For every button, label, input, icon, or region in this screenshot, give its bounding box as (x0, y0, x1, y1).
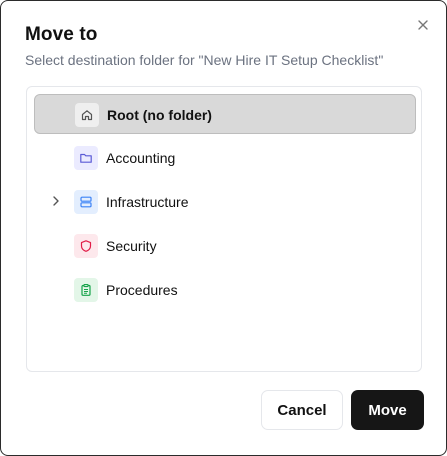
home-icon (75, 103, 99, 127)
folder-tree: Root (no folder) Accounting Infrastructu… (26, 86, 422, 372)
clipboard-icon (74, 278, 98, 302)
folder-label: Security (106, 238, 157, 254)
folder-label: Procedures (106, 282, 178, 298)
folder-label: Accounting (106, 150, 176, 166)
move-dialog: Move to Select destination folder for "N… (0, 0, 447, 456)
close-icon[interactable] (416, 18, 430, 32)
server-icon (74, 190, 98, 214)
cancel-button[interactable]: Cancel (261, 390, 343, 430)
shield-icon (74, 234, 98, 258)
folder-icon (74, 146, 98, 170)
dialog-title: Move to (25, 24, 98, 45)
chevron-right-icon[interactable] (49, 194, 63, 208)
folder-row-infrastructure[interactable]: Infrastructure (34, 182, 416, 222)
folder-row-accounting[interactable]: Accounting (34, 138, 416, 178)
folder-row-security[interactable]: Security (34, 226, 416, 266)
move-button[interactable]: Move (351, 390, 424, 430)
folder-row-procedures[interactable]: Procedures (34, 270, 416, 310)
folder-row-root[interactable]: Root (no folder) (34, 94, 416, 134)
folder-label: Root (no folder) (107, 107, 212, 123)
dialog-subtitle: Select destination folder for "New Hire … (25, 52, 384, 68)
folder-label: Infrastructure (106, 194, 189, 210)
